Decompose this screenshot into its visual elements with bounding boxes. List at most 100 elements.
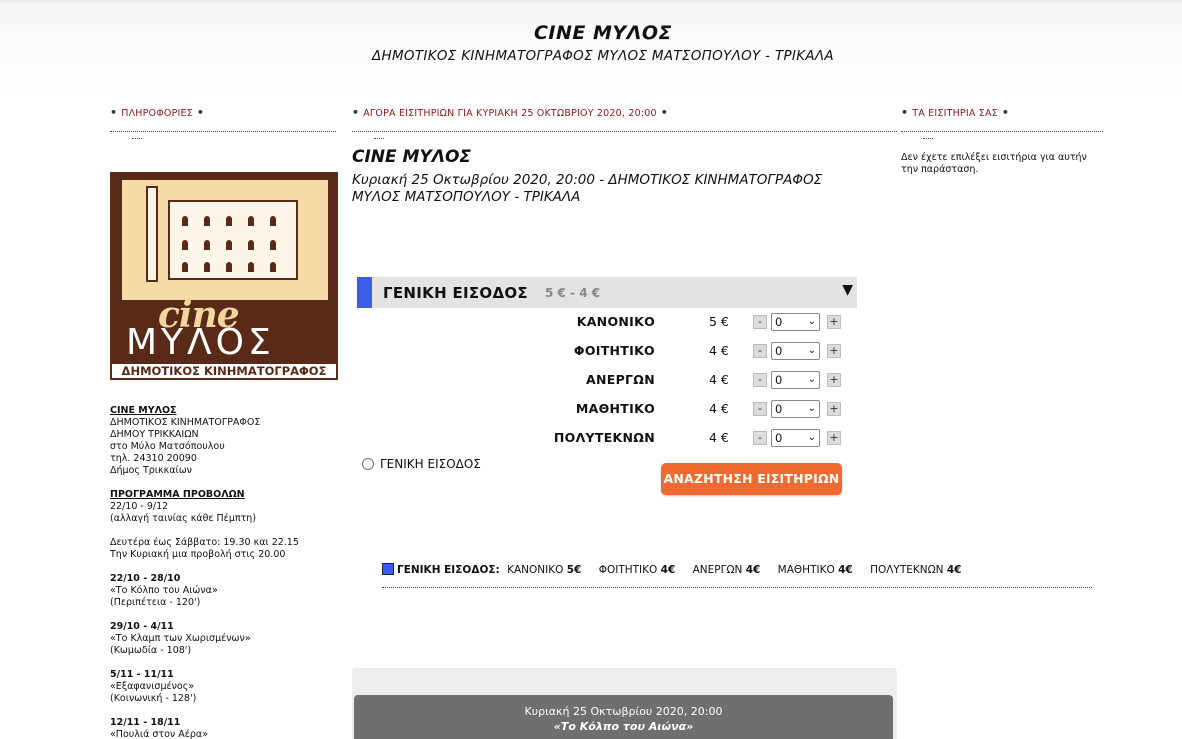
quantity-value: 0 <box>775 373 783 387</box>
decrement-button[interactable]: - <box>753 431 767 445</box>
legend-item-price: 4€ <box>838 564 853 576</box>
logo-band-text: ΔΗΜΟΤΙΚΟΣ ΚΙΝΗΜΑΤΟΓΡΑΦΟΣ <box>110 362 338 380</box>
price-label: ΠΟΛΥΤΕΚΝΩΝ <box>553 430 655 445</box>
logo-chimney <box>146 186 158 282</box>
price-amount: 4 € <box>709 372 729 387</box>
decrement-button[interactable]: - <box>753 373 767 387</box>
legend-item: ΜΑΘΗΤΙΚΟ 4€ <box>778 564 853 576</box>
week-movie: «Το Κλαμπ των Χωρισμένων» <box>110 633 251 644</box>
price-label: ΜΑΘΗΤΙΚΟ <box>575 401 655 416</box>
logo-mylos-text: ΜΥΛΟΣ <box>126 322 275 363</box>
increment-button[interactable]: + <box>827 373 841 387</box>
quantity-select[interactable]: 0 ⌄ <box>771 400 820 418</box>
price-label: ΦΟΙΤΗΤΙΚΟ <box>573 343 655 358</box>
decrement-button[interactable]: - <box>753 344 767 358</box>
search-tickets-button[interactable]: ΑΝΑΖΗΤΗΣΗ ΕΙΣΙΤΗΡΙΩΝ <box>661 463 842 495</box>
section-purchase-label: ΑΓΟΡΑ ΕΙΣΙΤΗΡΙΩΝ ΓΙΑ ΚΥΡΙΑΚΗ 25 ΟΚΤΩΒΡΙΟ… <box>363 108 657 119</box>
program-block: ΠΡΟΓΡΑΜΜΑ ΠΡΟΒΟΛΩΝ 22/10 - 9/12 (αλλαγή … <box>110 489 340 525</box>
chevron-down-icon: ⌄ <box>807 345 816 356</box>
quantity-value: 0 <box>775 315 783 329</box>
decrement-button[interactable]: - <box>753 315 767 329</box>
event-description: Κυριακή 25 Οκτωβρίου 2020, 20:00 - ΔΗΜΟΤ… <box>352 172 823 205</box>
legend-item-price: 4€ <box>660 564 676 576</box>
chevron-down-icon: ⌄ <box>807 374 816 385</box>
chevron-down-icon: ⌄ <box>807 316 816 327</box>
price-amount: 4 € <box>709 430 729 445</box>
quantity-select[interactable]: 0 ⌄ <box>771 371 820 389</box>
section-info-label: ΠΛΗΡΟΦΟΡΙΕΣ <box>121 108 193 119</box>
legend-item-label: ΜΑΘΗΤΙΚΟ <box>777 564 835 576</box>
increment-button[interactable]: + <box>827 402 841 416</box>
zone-color-swatch <box>357 277 372 308</box>
section-head-purchase: • ΑΓΟΡΑ ΕΙΣΙΤΗΡΙΩΝ ΓΙΑ ΚΥΡΙΑΚΗ 25 ΟΚΤΩΒΡΙ… <box>352 106 897 139</box>
zone-radio-option[interactable]: ΓΕΝΙΚΗ ΕΙΣΟΔΟΣ <box>362 457 481 471</box>
schedule-block: Δευτέρα έως Σάββατο: 19.30 και 22.15 Την… <box>110 537 340 561</box>
cine-mylos-logo: cine ΜΥΛΟΣ ΔΗΜΟΤΙΚΟΣ ΚΙΝΗΜΑΤΟΓΡΑΦΟΣ <box>110 172 338 380</box>
increment-button[interactable]: + <box>827 431 841 445</box>
week-movie: «Το Κόλπο του Αιώνα» <box>110 585 218 596</box>
collapse-arrow-icon[interactable]: ▼ <box>842 282 853 298</box>
quantity-select[interactable]: 0 ⌄ <box>771 313 820 331</box>
price-amount: 4 € <box>709 343 729 358</box>
legend-item-price: 4€ <box>946 564 962 576</box>
zone-header[interactable]: ΓΕΝΙΚΗ ΕΙΣΟΔΟΣ 5 € - 4 € ▼ <box>357 277 857 308</box>
price-label: ΚΑΝΟΝΙΚΟ <box>576 314 655 329</box>
logo-building <box>168 200 298 280</box>
logo-window <box>204 240 210 250</box>
increment-button[interactable]: + <box>827 344 841 358</box>
radio-button[interactable] <box>362 458 374 470</box>
week-dates: 5/11 - 11/11 <box>110 669 174 680</box>
week-block: 12/11 - 18/11 «Πουλιά στον Αέρα» <box>110 717 340 739</box>
radio-label: ΓΕΝΙΚΗ ΕΙΣΟΔΟΣ <box>380 457 481 471</box>
decrement-button[interactable]: - <box>753 402 767 416</box>
week-genre: (Κοινωνική - 128') <box>110 693 197 704</box>
info-panel: CINE ΜΥΛΟΣ ΔΗΜΟΤΙΚΟΣ ΚΙΝΗΜΑΤΟΓΡΑΦΟΣ ΔΗΜΟ… <box>110 405 340 739</box>
site-title: CINE ΜΥΛΟΣ <box>533 22 672 44</box>
venue-name: CINE ΜΥΛΟΣ <box>110 405 177 416</box>
chevron-down-icon: ⌄ <box>807 432 816 443</box>
section-tickets-label: ΤΑ ΕΙΣΙΤΗΡΙΑ ΣΑΣ <box>912 108 998 119</box>
price-label: ΑΝΕΡΓΩΝ <box>586 372 655 387</box>
venue-line: στο Μύλο Ματσόπουλου <box>110 441 225 452</box>
legend-item-label: ΚΑΝΟΝΙΚΟ <box>507 564 564 576</box>
logo-window <box>248 216 254 226</box>
increment-button[interactable]: + <box>827 315 841 329</box>
week-block: 29/10 - 4/11 «Το Κλαμπ των Χωρισμένων» (… <box>110 621 340 657</box>
zone-name: ΓΕΝΙΚΗ ΕΙΣΟΔΟΣ <box>383 284 528 302</box>
section-head-tickets: • ΤΑ ΕΙΣΙΤΗΡΙΑ ΣΑΣ • <box>901 106 1103 139</box>
quantity-select[interactable]: 0 ⌄ <box>771 342 820 360</box>
legend-zone: ΓΕΝΙΚΗ ΕΙΣΟΔΟΣ: <box>397 564 500 576</box>
venue-line: τηλ. 24310 20090 <box>110 453 197 464</box>
logo-window <box>226 216 232 226</box>
legend-item: ΦΟΙΤΗΤΙΚΟ 4€ <box>599 564 676 576</box>
quantity-value: 0 <box>775 402 783 416</box>
price-row: ΑΝΕΡΓΩΝ 4 € - 0 ⌄ + <box>357 370 857 390</box>
legend-item: ΠΟΛΥΤΕΚΝΩΝ 4€ <box>870 564 961 576</box>
venue-block: CINE ΜΥΛΟΣ ΔΗΜΟΤΙΚΟΣ ΚΙΝΗΜΑΤΟΓΡΑΦΟΣ ΔΗΜΟ… <box>110 405 340 477</box>
week-block: 22/10 - 28/10 «Το Κόλπο του Αιώνα» (Περι… <box>110 573 340 609</box>
week-block: 5/11 - 11/11 «Εξαφανισμένος» (Κοινωνική … <box>110 669 340 705</box>
logo-window <box>270 240 276 250</box>
price-row: ΜΑΘΗΤΙΚΟ 4 € - 0 ⌄ + <box>357 399 857 419</box>
week-dates: 12/11 - 18/11 <box>110 717 181 728</box>
venue-line: ΔΗΜΟΥ ΤΡΙΚΚΑΙΩΝ <box>110 429 199 440</box>
legend-item-price: 4€ <box>745 564 761 576</box>
schedule-line: Δευτέρα έως Σάββατο: 19.30 και 22.15 <box>110 537 299 548</box>
quantity-value: 0 <box>775 431 783 445</box>
venue-line: ΔΗΜΟΤΙΚΟΣ ΚΙΝΗΜΑΤΟΓΡΑΦΟΣ <box>110 417 261 428</box>
logo-window <box>204 216 210 226</box>
showtime-card[interactable]: Κυριακή 25 Οκτωβρίου 2020, 20:00 «Το Κόλ… <box>354 695 893 739</box>
quantity-value: 0 <box>775 344 783 358</box>
zone-price-range: 5 € - 4 € <box>545 286 601 300</box>
legend-item-label: ΠΟΛΥΤΕΚΝΩΝ <box>870 564 944 576</box>
logo-window <box>182 240 188 250</box>
week-dates: 29/10 - 4/11 <box>110 621 174 632</box>
event-title: CINE ΜΥΛΟΣ <box>352 147 472 167</box>
week-movie: «Εξαφανισμένος» <box>110 681 195 692</box>
price-amount: 4 € <box>709 401 729 416</box>
section-notch <box>923 132 933 139</box>
legend-item-price: 5€ <box>566 564 582 576</box>
price-row: ΠΟΛΥΤΕΚΝΩΝ 4 € - 0 ⌄ + <box>357 428 857 448</box>
quantity-select[interactable]: 0 ⌄ <box>771 429 820 447</box>
logo-window <box>248 240 254 250</box>
